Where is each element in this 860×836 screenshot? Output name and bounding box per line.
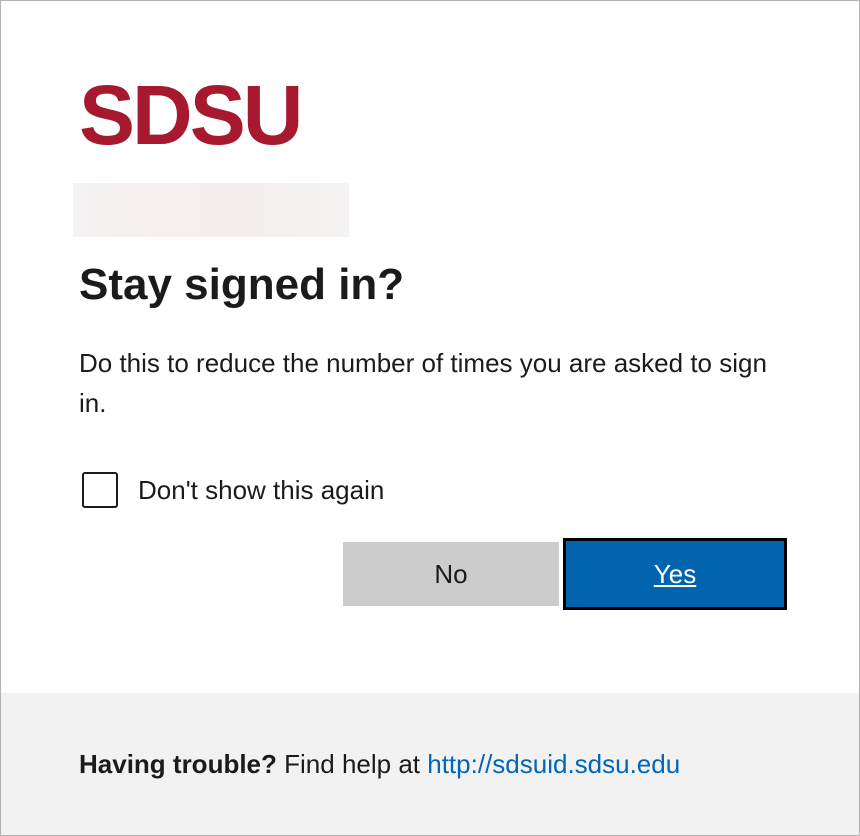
sign-in-dialog: SDSU Stay signed in? Do this to reduce t… xyxy=(0,0,860,836)
dont-show-again-checkbox[interactable] xyxy=(82,472,118,508)
help-footer-text: Having trouble? Find help at http://sdsu… xyxy=(79,744,680,784)
redacted-account-name xyxy=(73,183,349,237)
page-title: Stay signed in? xyxy=(79,260,405,309)
sdsu-logo: SDSU xyxy=(79,68,303,162)
help-link[interactable]: http://sdsuid.sdsu.edu xyxy=(427,749,680,779)
having-trouble-label: Having trouble? xyxy=(79,749,277,779)
dont-show-again-row[interactable]: Don't show this again xyxy=(82,470,384,510)
find-help-text: Find help at xyxy=(284,749,421,779)
no-button[interactable]: No xyxy=(343,542,559,606)
description-text: Do this to reduce the number of times yo… xyxy=(79,348,767,418)
dont-show-again-label[interactable]: Don't show this again xyxy=(138,475,384,506)
yes-button[interactable]: Yes xyxy=(563,538,787,610)
